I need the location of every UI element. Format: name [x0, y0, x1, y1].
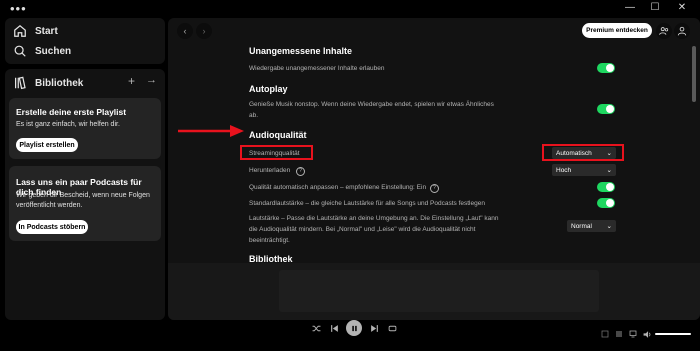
- maximize-button[interactable]: ☐: [645, 2, 665, 13]
- premium-button[interactable]: Premium entdecken: [582, 23, 652, 38]
- arrow-right-icon[interactable]: →: [146, 74, 157, 86]
- volume-level-select[interactable]: Normal ⌄: [567, 220, 616, 232]
- auto-adjust-label-wrap: Qualität automatisch anpassen – empfohle…: [249, 182, 439, 193]
- auto-adjust-toggle[interactable]: [597, 182, 615, 192]
- download-quality-label: Herunterladen: [249, 167, 291, 174]
- back-icon[interactable]: ‹: [177, 23, 193, 39]
- info-icon[interactable]: ?: [429, 184, 439, 193]
- explicit-toggle[interactable]: [597, 63, 615, 73]
- annotation-box-streaming-select: [542, 144, 624, 161]
- create-playlist-button[interactable]: Playlist erstellen: [16, 138, 78, 152]
- app-menu-button[interactable]: •••: [10, 1, 27, 16]
- audio-quality-section-title: Audioqualität: [249, 130, 307, 140]
- annotation-box-streaming-label: [240, 145, 313, 160]
- autoplay-desc-2: ab.: [249, 112, 259, 119]
- library-icon: [15, 76, 26, 90]
- lyrics-icon[interactable]: [600, 329, 610, 339]
- volume-icon[interactable]: [642, 329, 652, 339]
- nav-search-label: Suchen: [35, 45, 72, 57]
- library-label: Bibliothek: [35, 77, 84, 89]
- volume-level-desc-3: beeinträchtigt.: [249, 237, 290, 244]
- auto-adjust-label: Qualität automatisch anpassen – empfohle…: [249, 184, 427, 191]
- next-icon[interactable]: [368, 321, 380, 335]
- playlist-card-title: Erstelle deine erste Playlist: [16, 107, 127, 117]
- download-quality-select[interactable]: Hoch ⌄: [552, 164, 616, 176]
- info-icon[interactable]: ?: [296, 167, 306, 176]
- volume-level-value: Normal: [571, 222, 592, 230]
- queue-icon[interactable]: [614, 329, 624, 339]
- download-quality-value: Hoch: [556, 166, 572, 174]
- chevron-down-icon: ⌄: [606, 167, 612, 174]
- playlist-card-text: Es ist ganz einfach, wir helfen dir.: [16, 121, 120, 128]
- shuffle-icon[interactable]: [310, 321, 322, 335]
- volume-level-desc-1: Lautstärke – Passe die Lautstärke an dei…: [249, 215, 499, 222]
- podcast-card-text-2: veröffentlicht werden.: [16, 202, 83, 209]
- explicit-setting-label: Wiedergabe unangemessener Inhalte erlaub…: [249, 65, 385, 72]
- banner-placeholder: [279, 270, 599, 312]
- autoplay-toggle[interactable]: [597, 104, 615, 114]
- repeat-icon[interactable]: [386, 321, 398, 335]
- pause-icon[interactable]: [346, 320, 362, 336]
- minimize-button[interactable]: —: [620, 2, 640, 13]
- forward-icon[interactable]: ›: [196, 23, 212, 39]
- podcast-card-text-1: Wir geben dir Bescheid, wenn neue Folgen: [16, 192, 150, 199]
- browse-podcasts-button[interactable]: In Podcasts stöbern: [16, 220, 88, 234]
- autoplay-desc-1: Genieße Musik nonstop. Wenn deine Wieder…: [249, 101, 494, 108]
- podcast-card: Lass uns ein paar Podcasts für dich find…: [9, 166, 161, 241]
- library-header[interactable]: Bibliothek: [13, 76, 83, 90]
- search-icon: [14, 45, 26, 57]
- add-icon[interactable]: +: [128, 74, 135, 88]
- home-icon: [14, 24, 26, 37]
- scrollbar-thumb[interactable]: [692, 46, 696, 102]
- normalize-volume-label: Standardlautstärke – die gleiche Lautstä…: [249, 200, 485, 207]
- playlist-card: Erstelle deine erste Playlist Es ist gan…: [9, 98, 161, 159]
- friends-icon[interactable]: [656, 23, 672, 39]
- user-icon[interactable]: [674, 23, 690, 39]
- previous-icon[interactable]: [328, 321, 340, 335]
- device-icon[interactable]: [628, 329, 638, 339]
- volume-level-desc-2: die Audioqualität mindern. Bei „Normal" …: [249, 226, 476, 233]
- download-quality-label-wrap: Herunterladen ?: [249, 165, 306, 176]
- main-view: ‹ › Premium entdecken Unangemessene Inha…: [168, 18, 700, 320]
- library-panel: Bibliothek + → Erstelle deine erste Play…: [5, 69, 165, 320]
- volume-slider[interactable]: [655, 333, 691, 335]
- close-button[interactable]: ✕: [672, 2, 692, 13]
- normalize-volume-toggle[interactable]: [597, 198, 615, 208]
- chevron-down-icon: ⌄: [606, 223, 612, 230]
- nav-home-label: Start: [35, 25, 58, 37]
- nav-panel: Start Suchen: [5, 18, 165, 64]
- autoplay-section-title: Autoplay: [249, 84, 288, 94]
- annotation-arrow-icon: [178, 125, 244, 137]
- nav-search[interactable]: Suchen: [13, 44, 71, 58]
- nav-home[interactable]: Start: [13, 24, 58, 38]
- explicit-section-title: Unangemessene Inhalte: [249, 46, 353, 56]
